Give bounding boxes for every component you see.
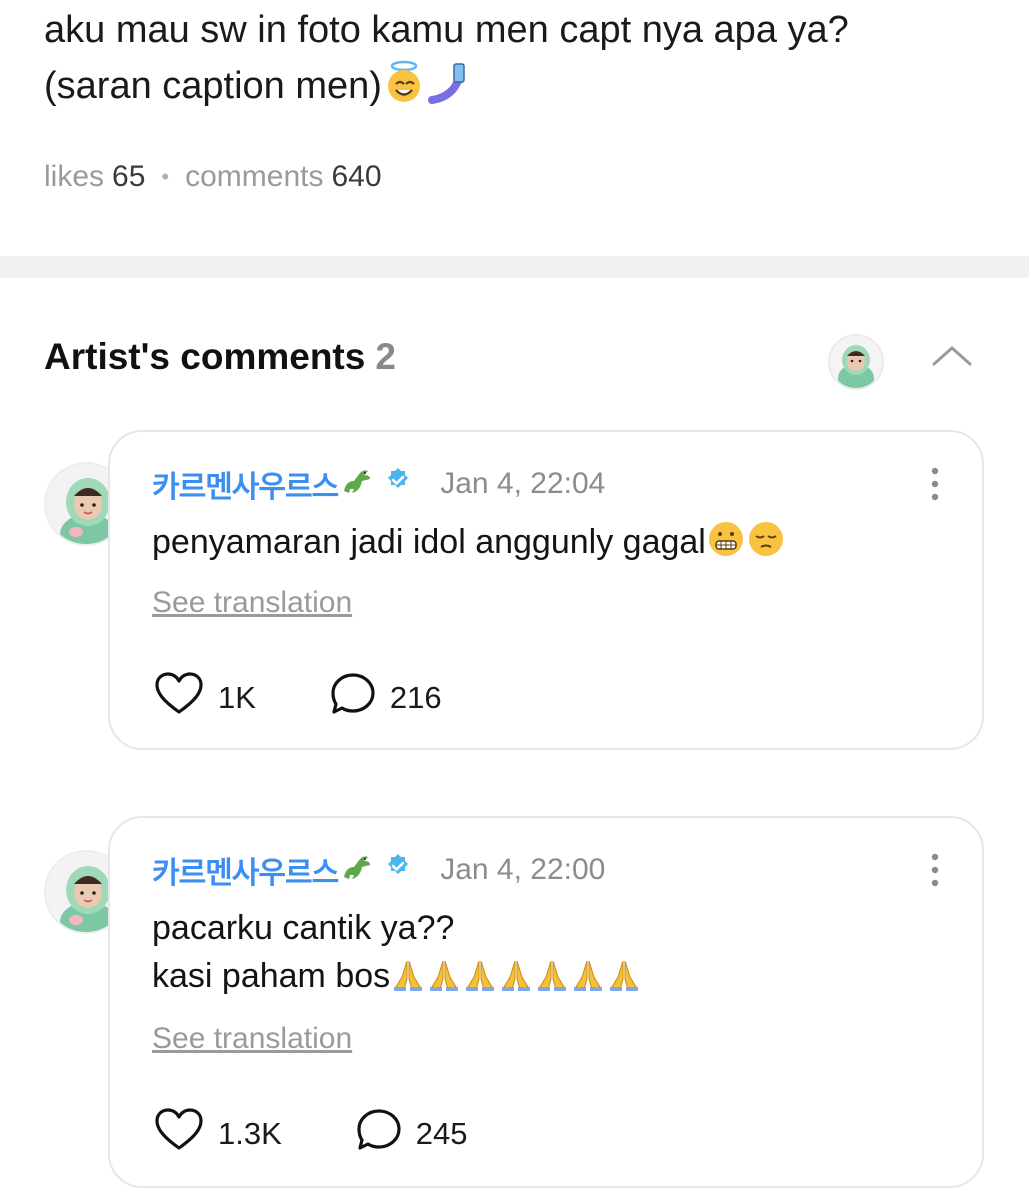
pray-emoji (570, 957, 606, 1006)
comments-count[interactable]: 640 (331, 160, 381, 194)
comment-username[interactable]: 카르멘사우르스 (152, 462, 339, 506)
comment-body: pacarku cantik ya?? kasi paham bos (152, 904, 642, 1006)
comment-actions: 1K 216 (154, 672, 442, 724)
post-text: aku mau sw in foto kamu men capt nya apa… (44, 2, 1004, 120)
comment-timestamp: Jan 4, 22:00 (440, 853, 606, 886)
heart-icon (154, 672, 204, 724)
artist-comments-count: 2 (375, 336, 396, 377)
pray-emoji (426, 957, 462, 1006)
speech-bubble-icon (356, 1108, 402, 1160)
likes-count: 65 (112, 160, 146, 193)
like-count: 1.3K (218, 1116, 282, 1151)
reply-button[interactable]: 245 (356, 1108, 468, 1160)
pray-emoji-row (390, 957, 642, 995)
comment-card: 카르멘사우르스 Jan 4, 22:04 penyamaran jadi ido… (108, 430, 984, 750)
verified-badge-icon (384, 466, 412, 502)
pray-emoji (462, 957, 498, 1006)
likes-label: likes (44, 160, 105, 193)
reply-count: 245 (415, 1116, 468, 1151)
stats-separator: • (161, 164, 170, 189)
verified-badge-icon (384, 852, 412, 888)
artist-comments-header: Artist's comments 2 (44, 336, 396, 378)
comment-meta: 카르멘사우르스 Jan 4, 22:00 (152, 848, 605, 892)
artist-comments-title: Artist's comments (44, 336, 366, 377)
comment-body: penyamaran jadi idol anggunly gagal (152, 518, 786, 572)
halo-smile-emoji (382, 60, 426, 120)
see-translation-link[interactable]: See translation (152, 1022, 352, 1056)
comment-actions: 1.3K 245 (154, 1108, 468, 1160)
pensive-emoji (746, 519, 786, 572)
collapse-chevron-icon[interactable] (930, 340, 974, 370)
pray-emoji (534, 957, 570, 1006)
comment-meta: 카르멘사우르스 Jan 4, 22:04 (152, 462, 605, 506)
like-button[interactable]: 1.3K (154, 1108, 282, 1160)
post-stats: likes 65 • comments 640 (44, 160, 382, 194)
more-options-icon[interactable] (928, 852, 942, 888)
grimace-emoji (706, 519, 746, 572)
like-button[interactable]: 1K (154, 672, 256, 724)
comment-text: penyamaran jadi idol anggunly gagal (152, 523, 706, 561)
dinosaur-emoji (340, 465, 374, 503)
section-divider (0, 256, 1029, 278)
dinosaur-emoji (340, 851, 374, 889)
pray-emoji (390, 957, 426, 1006)
selfie-emoji (426, 60, 470, 120)
pray-emoji (606, 957, 642, 1006)
more-options-icon[interactable] (928, 466, 942, 502)
heart-icon (154, 1108, 204, 1160)
comments-label[interactable]: comments (185, 160, 323, 194)
speech-bubble-icon (330, 672, 376, 724)
like-count: 1K (218, 680, 256, 715)
artist-avatar-small[interactable] (828, 334, 884, 390)
comment-card: 카르멘사우르스 Jan 4, 22:00 pacarku cantik ya??… (108, 816, 984, 1188)
see-translation-link[interactable]: See translation (152, 586, 352, 620)
comment-timestamp: Jan 4, 22:04 (440, 467, 606, 500)
pray-emoji (498, 957, 534, 1006)
reply-count: 216 (389, 680, 442, 715)
comment-username[interactable]: 카르멘사우르스 (152, 848, 339, 892)
reply-button[interactable]: 216 (330, 672, 442, 724)
